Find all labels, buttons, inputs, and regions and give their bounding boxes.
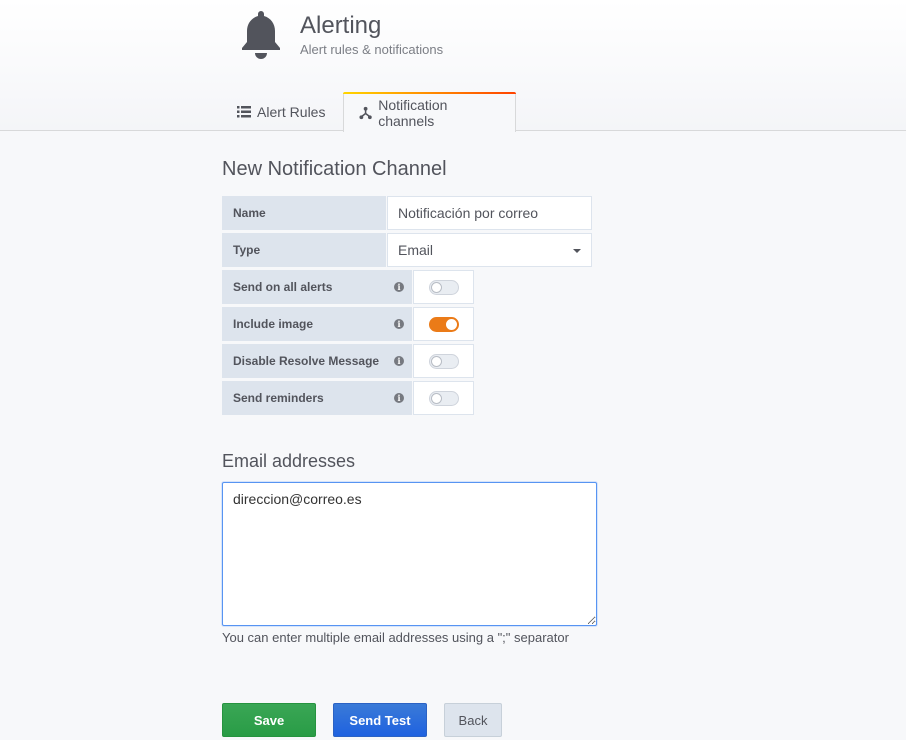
name-label: Name	[222, 196, 386, 230]
toggle-switch[interactable]	[429, 317, 459, 332]
toggle-label-include-image: Include image	[222, 307, 412, 341]
switch-include-image[interactable]	[413, 307, 474, 341]
save-button[interactable]: Save	[222, 703, 316, 737]
info-icon[interactable]: i	[394, 393, 404, 403]
back-button[interactable]: Back	[444, 703, 502, 737]
share-nodes-icon	[359, 106, 372, 119]
caret-down-icon	[573, 249, 581, 253]
info-icon[interactable]: i	[394, 319, 404, 329]
name-input[interactable]: Notificación por correo	[387, 196, 592, 230]
email-section-title: Email addresses	[222, 451, 356, 471]
toggle-label-send-on-all-alerts: Send on all alerts	[222, 270, 412, 304]
type-select[interactable]: Email	[387, 233, 592, 267]
toggle-switch[interactable]	[429, 391, 459, 406]
send-test-button[interactable]: Send Test	[333, 703, 427, 737]
toggle-switch[interactable]	[429, 354, 459, 369]
switch-send-on-all-alerts[interactable]	[413, 270, 474, 304]
bell-icon	[242, 11, 280, 59]
tab-alert-rules[interactable]: Alert Rules	[222, 92, 340, 132]
email-help-text: You can enter multiple email addresses u…	[222, 630, 569, 645]
type-value: Email	[398, 242, 434, 258]
switch-knob	[431, 282, 442, 293]
tab-notification-channels[interactable]: Notification channels	[343, 92, 516, 132]
toggle-switch[interactable]	[429, 280, 459, 295]
page-subtitle: Alert rules & notifications	[300, 42, 444, 57]
email-addresses-input[interactable]: direccion@correo.es	[222, 482, 597, 626]
tab-label: Notification channels	[378, 96, 448, 129]
switch-knob	[431, 393, 442, 404]
switch-disable-resolve-message[interactable]	[413, 344, 474, 378]
form-title: New Notification Channel	[222, 158, 447, 180]
toggle-label-disable-resolve-message: Disable Resolve Message	[222, 344, 412, 378]
switch-knob	[431, 356, 442, 367]
list-icon	[237, 106, 251, 118]
toggle-label-send-reminders: Send reminders	[222, 381, 412, 415]
page-header: Alerting Alert rules & notifications Ale…	[0, 0, 906, 132]
tab-label: Alert Rules	[257, 104, 326, 120]
page-title: Alerting	[300, 12, 382, 39]
type-label: Type	[222, 233, 386, 267]
switch-send-reminders[interactable]	[413, 381, 474, 415]
switch-knob	[446, 319, 457, 330]
info-icon[interactable]: i	[394, 356, 404, 366]
info-icon[interactable]: i	[394, 282, 404, 292]
